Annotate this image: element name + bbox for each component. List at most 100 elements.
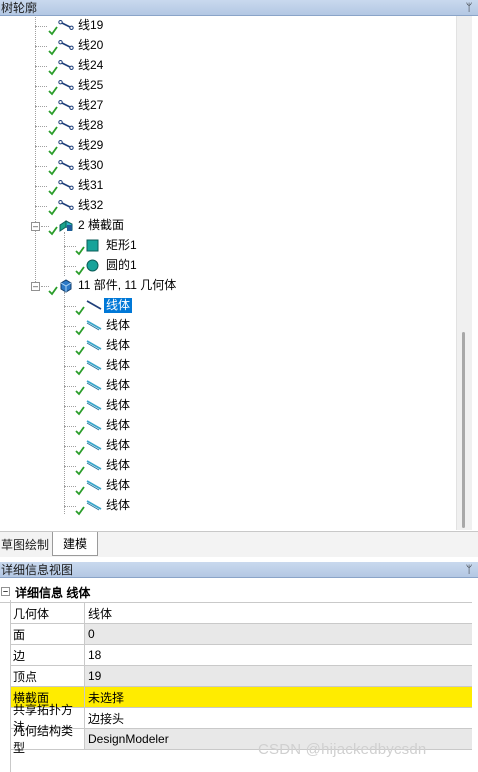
details-value[interactable]: 线体	[85, 603, 472, 623]
check-icon	[75, 505, 85, 516]
tree-item[interactable]: 线25	[0, 76, 456, 96]
check-icon	[75, 445, 85, 456]
line-body-icon	[86, 459, 102, 474]
pin-icon[interactable]: ᛘ	[464, 564, 474, 576]
line-body-icon	[86, 379, 102, 394]
tree-item-label: 线32	[78, 198, 104, 212]
check-icon	[75, 365, 85, 376]
details-row-vertices[interactable]: 顶点 19	[10, 666, 472, 687]
tree-item[interactable]: 线体	[0, 356, 456, 376]
tree-item-label: 线19	[78, 18, 104, 32]
tree-item[interactable]: 线28	[0, 116, 456, 136]
tree-item-label: 线29	[78, 138, 104, 152]
line-icon	[58, 39, 74, 54]
tree-item[interactable]: 线20	[0, 36, 456, 56]
line-icon	[58, 99, 74, 114]
tree-item-label: 线体	[106, 318, 131, 332]
tree-scrollbar[interactable]	[456, 16, 472, 530]
line-body-icon	[86, 439, 102, 454]
tree-outline[interactable]: 线19 线20 线24 线25 线27 线28 线29 线30 线31 线32–2 横截面 矩形1 圆…	[0, 16, 478, 530]
details-row-geometry[interactable]: 几何体 线体	[10, 603, 472, 624]
line-body-icon	[86, 299, 102, 314]
tree-item-label: 圆的1	[106, 258, 137, 272]
check-icon	[75, 345, 85, 356]
tree-item[interactable]: 线体	[0, 296, 456, 316]
tree-item-label: 线体	[106, 398, 131, 412]
check-icon	[75, 325, 85, 336]
details-value[interactable]: 18	[85, 645, 472, 665]
tree-item[interactable]: 线31	[0, 176, 456, 196]
details-value[interactable]: 边接头	[85, 708, 472, 728]
tree-item[interactable]: 线24	[0, 56, 456, 76]
watermark: CSDN @hijackedbycsdn	[258, 741, 427, 758]
tree-item[interactable]: 线体	[0, 376, 456, 396]
tree-item-label: 线31	[78, 178, 104, 192]
tree-item-label: 线25	[78, 78, 104, 92]
line-body-icon	[86, 339, 102, 354]
tab-model[interactable]: 建模	[52, 532, 98, 556]
tree-item[interactable]: 线体	[0, 336, 456, 356]
tree-outline-title: 树轮廓	[1, 1, 38, 15]
parts-icon	[58, 279, 74, 296]
tree-scrollbar-thumb[interactable]	[462, 332, 465, 528]
details-view-header: 详细信息视图 ᛘ	[0, 562, 478, 578]
line-body-icon	[86, 359, 102, 374]
line-icon	[58, 139, 74, 154]
details-row-edges[interactable]: 边 18	[10, 645, 472, 666]
tree-item-label: 11 部件, 11 几何体	[78, 278, 177, 292]
check-icon	[75, 245, 85, 256]
tree-item-label: 线体	[106, 498, 131, 512]
details-value[interactable]: 0	[85, 624, 472, 644]
check-icon	[75, 265, 85, 276]
line-icon	[58, 199, 74, 214]
line-icon	[58, 159, 74, 174]
details-group-title: 详细信息 线体	[15, 585, 91, 600]
pin-icon[interactable]: ᛘ	[464, 2, 474, 14]
tree-item-label: 矩形1	[106, 238, 137, 252]
tree-item[interactable]: 线体	[0, 396, 456, 416]
line-icon	[58, 19, 74, 34]
collapse-icon[interactable]: –	[1, 587, 10, 596]
tree-item-label: 线体	[106, 438, 131, 452]
tree-item[interactable]: 线29	[0, 136, 456, 156]
tab-sketch[interactable]: 草图绘制	[0, 534, 50, 554]
check-icon	[75, 465, 85, 476]
tree-item[interactable]: 线体	[0, 476, 456, 496]
tree-item[interactable]: 线27	[0, 96, 456, 116]
tree-item[interactable]: 圆的1	[0, 256, 456, 276]
cross-section-icon	[58, 219, 74, 236]
check-icon	[48, 45, 58, 56]
check-icon	[48, 65, 58, 76]
tree-item-label: 线28	[78, 118, 104, 132]
check-icon	[48, 125, 58, 136]
details-row-faces[interactable]: 面0	[10, 624, 472, 645]
details-value[interactable]: 未选择	[85, 687, 472, 707]
tree-item[interactable]: 线体	[0, 316, 456, 336]
tree-item-label: 线体	[106, 378, 131, 392]
line-icon	[58, 79, 74, 94]
details-group-header[interactable]: – 详细信息 线体	[0, 582, 472, 603]
details-key: 几何体	[10, 603, 85, 623]
tree-item[interactable]: 线30	[0, 156, 456, 176]
tree-item[interactable]: 线体	[0, 436, 456, 456]
line-body-icon	[86, 479, 102, 494]
details-value[interactable]: 19	[85, 666, 472, 686]
details-key: 面	[10, 624, 85, 644]
check-icon	[75, 425, 85, 436]
check-icon	[75, 305, 85, 316]
tree-item[interactable]: 线体	[0, 416, 456, 436]
check-icon	[48, 105, 58, 116]
tree-item[interactable]: 线19	[0, 16, 456, 36]
tree-item-label: 线30	[78, 158, 104, 172]
tree-item[interactable]: 线32	[0, 196, 456, 216]
tree-item-label: 线27	[78, 98, 104, 112]
tree-item[interactable]: 矩形1	[0, 236, 456, 256]
tree-item[interactable]: 线体	[0, 456, 456, 476]
tree-item[interactable]: 2 横截面	[0, 216, 456, 236]
tree-item[interactable]: 线体	[0, 496, 456, 516]
tree-item-label: 线24	[78, 58, 104, 72]
tree-item[interactable]: 11 部件, 11 几何体	[0, 276, 456, 296]
tab-bar: 草图绘制 建模	[0, 531, 478, 557]
details-key: 几何结构类型	[10, 724, 85, 755]
details-left-border	[10, 600, 11, 772]
